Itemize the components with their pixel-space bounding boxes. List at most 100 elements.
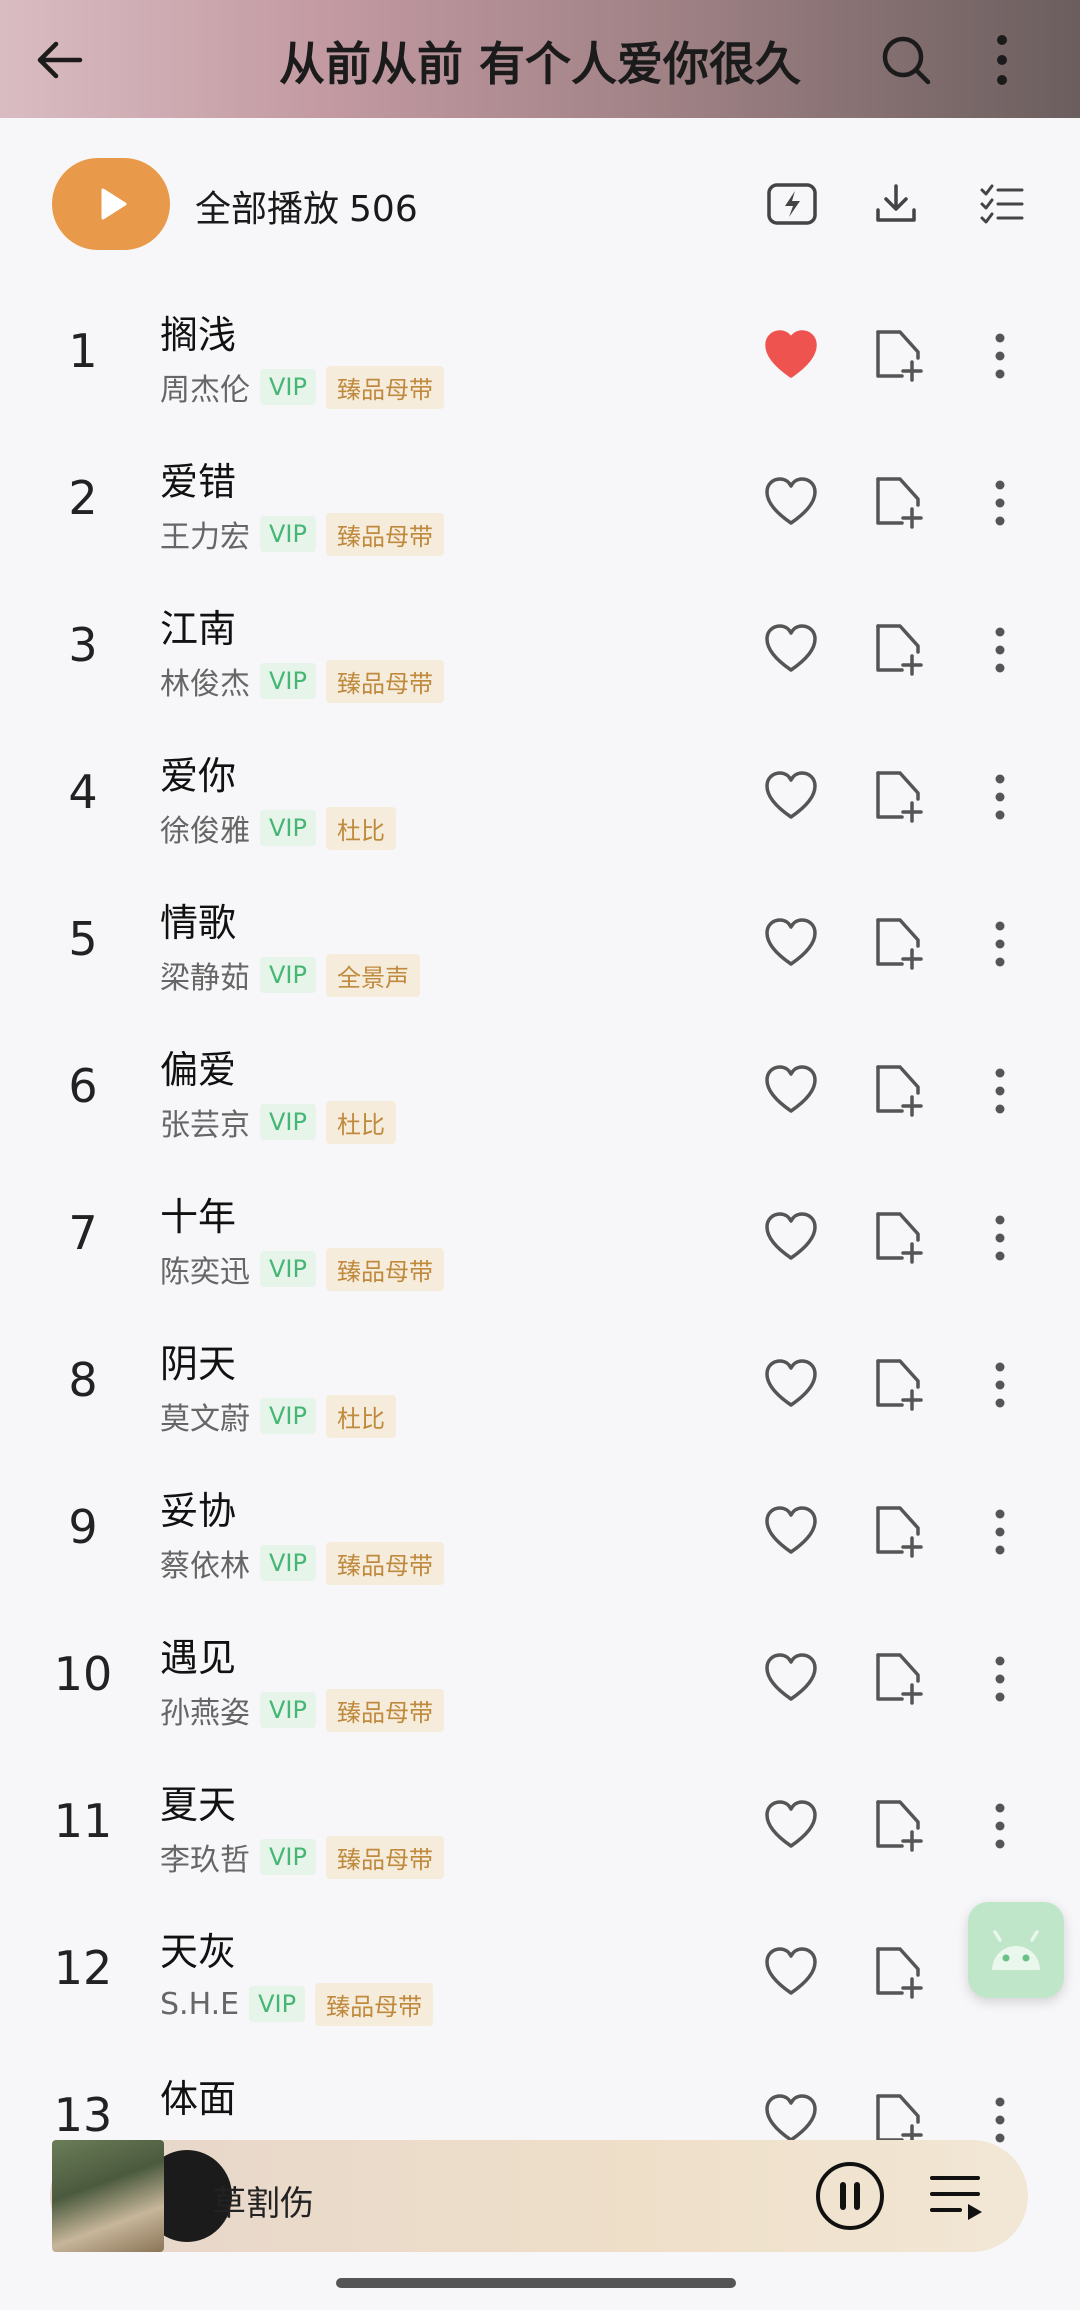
like-button[interactable] bbox=[762, 1649, 820, 1707]
song-more-button[interactable] bbox=[980, 1796, 1020, 1856]
quality-badge: 臻品母带 bbox=[325, 1688, 444, 1732]
song-more-button[interactable] bbox=[980, 620, 1020, 680]
vip-badge: VIP bbox=[260, 1839, 316, 1875]
android-icon bbox=[992, 1930, 1040, 1970]
more-vertical-icon bbox=[995, 333, 1005, 379]
song-more-button[interactable] bbox=[980, 914, 1020, 974]
quality-badge: 臻品母带 bbox=[325, 1541, 444, 1585]
multi-select-button[interactable] bbox=[970, 172, 1034, 236]
add-to-playlist-button[interactable] bbox=[868, 324, 930, 386]
add-to-playlist-button[interactable] bbox=[868, 1941, 930, 2003]
song-row[interactable]: 8 阴天 莫文蔚 VIP 杜比 bbox=[0, 1315, 1080, 1462]
like-button[interactable] bbox=[762, 1355, 820, 1413]
add-to-playlist-button[interactable] bbox=[868, 1353, 930, 1415]
home-indicator[interactable] bbox=[336, 2278, 736, 2288]
vip-badge: VIP bbox=[249, 1986, 306, 2022]
quick-play-button[interactable] bbox=[760, 172, 824, 236]
song-more-button[interactable] bbox=[980, 1355, 1020, 1415]
more-vertical-icon bbox=[995, 1803, 1005, 1849]
song-more-button[interactable] bbox=[980, 473, 1020, 533]
song-meta: 王力宏 VIP 臻品母带 bbox=[160, 512, 444, 556]
song-artist: 李玖哲 bbox=[160, 1843, 250, 1878]
like-button[interactable] bbox=[762, 620, 820, 678]
like-button[interactable] bbox=[762, 473, 820, 531]
play-icon bbox=[101, 188, 127, 220]
song-meta: 梁静茹 VIP 全景声 bbox=[160, 953, 420, 997]
quality-badge: 臻品母带 bbox=[325, 1247, 444, 1291]
like-button[interactable] bbox=[762, 1208, 820, 1266]
like-button[interactable] bbox=[762, 914, 820, 972]
add-to-playlist-icon bbox=[876, 624, 923, 676]
floating-assistant-button[interactable] bbox=[968, 1902, 1064, 1998]
more-vertical-icon bbox=[995, 1215, 1005, 1261]
song-title: 遇见 bbox=[160, 1636, 237, 1680]
add-to-playlist-button[interactable] bbox=[868, 912, 930, 974]
song-row[interactable]: 11 夏天 李玖哲 VIP 臻品母带 bbox=[0, 1756, 1080, 1903]
quality-badge: 杜比 bbox=[325, 1100, 396, 1144]
vip-badge: VIP bbox=[260, 663, 316, 699]
song-row[interactable]: 1 搁浅 周杰伦 VIP 臻品母带 bbox=[0, 286, 1080, 433]
add-to-playlist-button[interactable] bbox=[868, 618, 930, 680]
song-row[interactable]: 6 偏爱 张芸京 VIP 杜比 bbox=[0, 1021, 1080, 1168]
song-artist: 梁静茹 bbox=[160, 961, 250, 996]
vip-badge: VIP bbox=[260, 1692, 316, 1728]
song-row[interactable]: 2 爱错 王力宏 VIP 臻品母带 bbox=[0, 433, 1080, 580]
add-to-playlist-button[interactable] bbox=[868, 471, 930, 533]
song-row[interactable]: 4 爱你 徐俊雅 VIP 杜比 bbox=[0, 727, 1080, 874]
like-button[interactable] bbox=[762, 1502, 820, 1560]
song-more-button[interactable] bbox=[980, 1208, 1020, 1268]
song-row[interactable]: 12 天灰 S.H.E VIP 臻品母带 bbox=[0, 1903, 1080, 2050]
add-to-playlist-button[interactable] bbox=[868, 1059, 930, 1121]
song-index: 6 bbox=[68, 1059, 98, 1113]
more-vertical-icon bbox=[997, 35, 1007, 85]
play-all-text: 全部播放 bbox=[195, 189, 340, 230]
add-to-playlist-icon bbox=[876, 1800, 923, 1852]
like-button[interactable] bbox=[762, 326, 820, 384]
pause-button[interactable] bbox=[814, 2160, 886, 2232]
song-index: 11 bbox=[53, 1794, 113, 1848]
play-all-label[interactable]: 全部播放 506 bbox=[195, 180, 418, 232]
song-title: 江南 bbox=[160, 607, 237, 651]
add-to-playlist-icon bbox=[876, 1506, 923, 1558]
search-button[interactable] bbox=[868, 22, 944, 98]
quality-badge: 臻品母带 bbox=[325, 1835, 444, 1879]
add-to-playlist-button[interactable] bbox=[868, 1206, 930, 1268]
song-row[interactable]: 3 江南 林俊杰 VIP 臻品母带 bbox=[0, 580, 1080, 727]
like-button[interactable] bbox=[762, 1943, 820, 2001]
song-more-button[interactable] bbox=[980, 1649, 1020, 1709]
song-meta: S.H.E VIP 臻品母带 bbox=[160, 1982, 434, 2026]
search-icon bbox=[882, 36, 931, 85]
add-to-playlist-icon bbox=[876, 1212, 923, 1264]
more-button[interactable] bbox=[964, 22, 1040, 98]
quality-badge: 杜比 bbox=[325, 806, 396, 850]
song-row[interactable]: 10 遇见 孙燕姿 VIP 臻品母带 bbox=[0, 1609, 1080, 1756]
album-art[interactable] bbox=[52, 2140, 164, 2252]
song-more-button[interactable] bbox=[980, 1502, 1020, 1562]
song-meta: 张芸京 VIP 杜比 bbox=[160, 1100, 396, 1144]
more-vertical-icon bbox=[995, 1656, 1005, 1702]
now-playing-title[interactable]: 草割伤 bbox=[212, 2176, 314, 2225]
song-title: 情歌 bbox=[160, 901, 237, 945]
song-more-button[interactable] bbox=[980, 326, 1020, 386]
mini-player[interactable]: 草割伤 bbox=[50, 2140, 1028, 2252]
like-button[interactable] bbox=[762, 767, 820, 825]
like-button[interactable] bbox=[762, 1061, 820, 1119]
play-all-button[interactable] bbox=[52, 158, 170, 250]
song-index: 9 bbox=[68, 1500, 98, 1554]
song-row[interactable]: 9 妥协 蔡依林 VIP 臻品母带 bbox=[0, 1462, 1080, 1609]
vip-badge: VIP bbox=[260, 1398, 316, 1434]
like-button[interactable] bbox=[762, 1796, 820, 1854]
add-to-playlist-button[interactable] bbox=[868, 765, 930, 827]
playlist-button[interactable] bbox=[926, 2166, 990, 2226]
song-more-button[interactable] bbox=[980, 767, 1020, 827]
song-more-button[interactable] bbox=[980, 1061, 1020, 1121]
song-row[interactable]: 5 情歌 梁静茹 VIP 全景声 bbox=[0, 874, 1080, 1021]
add-to-playlist-button[interactable] bbox=[868, 1647, 930, 1709]
song-artist: 莫文蔚 bbox=[160, 1402, 250, 1437]
add-to-playlist-button[interactable] bbox=[868, 1794, 930, 1856]
add-to-playlist-button[interactable] bbox=[868, 1500, 930, 1562]
song-artist: 林俊杰 bbox=[160, 667, 250, 702]
download-button[interactable] bbox=[864, 172, 928, 236]
song-row[interactable]: 7 十年 陈奕迅 VIP 臻品母带 bbox=[0, 1168, 1080, 1315]
add-to-playlist-icon bbox=[876, 477, 923, 529]
